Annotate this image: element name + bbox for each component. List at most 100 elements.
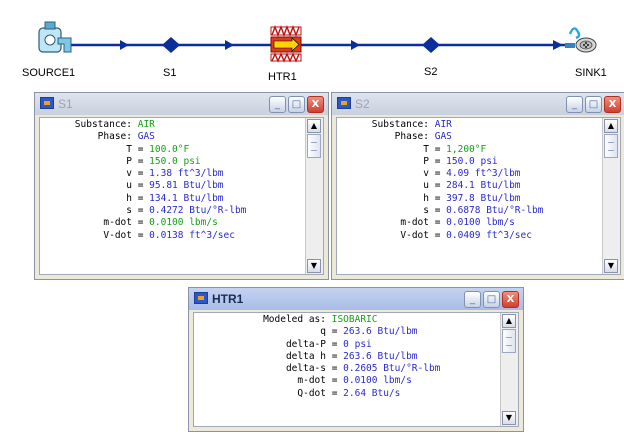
- scroll-thumb[interactable]: [604, 134, 618, 158]
- htr1-properties-window[interactable]: HTR1 _ □ X Modeled as: ISOBARIC q = 263.6…: [188, 287, 524, 432]
- property-label: h: [126, 192, 132, 204]
- property-value: 4.09 ft^3/lbm: [446, 168, 521, 180]
- property-value: 0.4272 Btu/°R-lbm: [149, 205, 247, 217]
- property-row: h = 134.1 Btu/lbm: [40, 193, 305, 205]
- property-list: Substance: AIR Phase: GAS T = 100.0°F P = 1…: [40, 119, 305, 242]
- property-row: T = 1,200°F: [337, 144, 602, 156]
- property-row: Phase: GAS: [337, 131, 602, 143]
- maximize-button[interactable]: □: [483, 291, 500, 308]
- vertical-scrollbar[interactable]: ▲ ▼: [305, 118, 323, 274]
- equals-sign: =: [429, 168, 447, 180]
- scroll-thumb[interactable]: [307, 134, 321, 158]
- maximize-button[interactable]: □: [288, 96, 305, 113]
- property-row: P = 150.0 psi: [40, 156, 305, 168]
- equals-sign: =: [326, 338, 344, 350]
- equals-sign: =: [429, 192, 447, 204]
- vertical-scrollbar[interactable]: ▲ ▼: [500, 313, 518, 426]
- scroll-down-arrow-icon[interactable]: ▼: [502, 411, 516, 425]
- equals-sign: =: [132, 217, 150, 229]
- state-point-s2-icon[interactable]: [422, 37, 440, 53]
- node-label-s2: S2: [424, 66, 438, 78]
- property-value: 134.1 Btu/lbm: [149, 192, 224, 204]
- s1-title-bar[interactable]: S1 _ □ X: [35, 93, 328, 115]
- s2-properties-window[interactable]: S2 _ □ X Substance: AIR Phase: GAS T = 1,2…: [331, 92, 624, 280]
- close-button[interactable]: X: [502, 291, 519, 308]
- property-label: q: [320, 326, 326, 338]
- equals-sign: =: [429, 180, 447, 192]
- drain-icon[interactable]: [565, 27, 597, 53]
- equals-sign: =: [132, 168, 150, 180]
- scroll-down-arrow-icon[interactable]: ▼: [604, 259, 618, 273]
- vertical-scrollbar[interactable]: ▲ ▼: [602, 118, 620, 274]
- equals-sign: =: [326, 375, 344, 387]
- property-label: P: [423, 155, 429, 167]
- state-point-s1-icon[interactable]: [162, 37, 180, 53]
- property-list: Substance: AIR Phase: GAS T = 1,200°F P = 1…: [337, 119, 602, 242]
- close-button[interactable]: X: [307, 96, 324, 113]
- property-label: h: [423, 192, 429, 204]
- equals-sign: =: [132, 205, 150, 217]
- s2-title-bar[interactable]: S2 _ □ X: [332, 93, 624, 115]
- property-value: 397.8 Btu/lbm: [446, 192, 521, 204]
- minimize-button[interactable]: _: [269, 96, 286, 113]
- maximize-button[interactable]: □: [585, 96, 602, 113]
- property-label: m-dot: [297, 375, 326, 387]
- property-row: Substance: AIR: [337, 119, 602, 131]
- scroll-thumb[interactable]: [502, 329, 516, 353]
- flow-diagram: [38, 21, 597, 63]
- scroll-down-arrow-icon[interactable]: ▼: [307, 259, 321, 273]
- equals-sign: =: [429, 205, 447, 217]
- property-row: P = 150.0 psi: [337, 156, 602, 168]
- scroll-up-arrow-icon[interactable]: ▲: [307, 119, 321, 133]
- property-label: Phase:: [97, 131, 132, 143]
- window-app-icon: [194, 292, 208, 304]
- equals-sign: =: [429, 229, 447, 241]
- property-label: m-dot: [400, 217, 429, 229]
- node-label-s1: S1: [163, 67, 177, 79]
- property-row: V-dot = 0.0138 ft^3/sec: [40, 230, 305, 242]
- flow-arrow-3: [351, 40, 360, 50]
- property-row: Modeled as: ISOBARIC: [194, 314, 500, 326]
- property-value: 100.0°F: [149, 143, 190, 155]
- heater-icon[interactable]: [270, 25, 302, 63]
- s2-property-panel: Substance: AIR Phase: GAS T = 1,200°F P = 1…: [336, 117, 621, 275]
- close-button[interactable]: X: [604, 96, 621, 113]
- property-label: s: [423, 205, 429, 217]
- equals-sign: =: [132, 143, 150, 155]
- scroll-up-arrow-icon[interactable]: ▲: [502, 314, 516, 328]
- s1-properties-window[interactable]: S1 _ □ X Substance: AIR Phase: GAS T = 100…: [34, 92, 329, 280]
- scroll-up-arrow-icon[interactable]: ▲: [604, 119, 618, 133]
- property-row: T = 100.0°F: [40, 144, 305, 156]
- htr1-title-bar[interactable]: HTR1 _ □ X: [189, 288, 523, 310]
- property-list: Modeled as: ISOBARIC q = 263.6 Btu/lbm del…: [194, 314, 500, 400]
- property-row: delta-s = 0.2605 Btu/°R-lbm: [194, 363, 500, 375]
- property-row: V-dot = 0.0409 ft^3/sec: [337, 230, 602, 242]
- property-label: Phase:: [394, 131, 429, 143]
- s1-property-panel: Substance: AIR Phase: GAS T = 100.0°F P = 1…: [39, 117, 324, 275]
- property-label: u: [423, 180, 429, 192]
- property-row: Phase: GAS: [40, 131, 305, 143]
- equals-sign: =: [326, 326, 344, 338]
- property-row: u = 95.81 Btu/lbm: [40, 180, 305, 192]
- flow-arrow-2: [225, 40, 234, 50]
- property-label: s: [126, 205, 132, 217]
- minimize-button[interactable]: _: [464, 291, 481, 308]
- property-row: u = 284.1 Btu/lbm: [337, 180, 602, 192]
- faucet-icon[interactable]: [38, 21, 72, 53]
- property-value: 0.0100 lbm/s: [446, 217, 515, 229]
- property-value: 0.6878 Btu/°R-lbm: [446, 205, 544, 217]
- property-label: delta-s: [285, 363, 326, 375]
- window-title: S2: [355, 97, 370, 111]
- equals-sign: =: [132, 180, 150, 192]
- property-value: 0.2605 Btu/°R-lbm: [343, 363, 441, 375]
- window-app-icon: [337, 97, 351, 109]
- property-row: m-dot = 0.0100 lbm/s: [40, 217, 305, 229]
- property-value: 0.0138 ft^3/sec: [149, 229, 235, 241]
- property-row: Substance: AIR: [40, 119, 305, 131]
- equals-sign: =: [326, 387, 344, 399]
- property-row: s = 0.6878 Btu/°R-lbm: [337, 205, 602, 217]
- equals-sign: =: [132, 229, 150, 241]
- property-label: V-dot: [400, 229, 429, 241]
- flow-arrow-1: [120, 40, 129, 50]
- minimize-button[interactable]: _: [566, 96, 583, 113]
